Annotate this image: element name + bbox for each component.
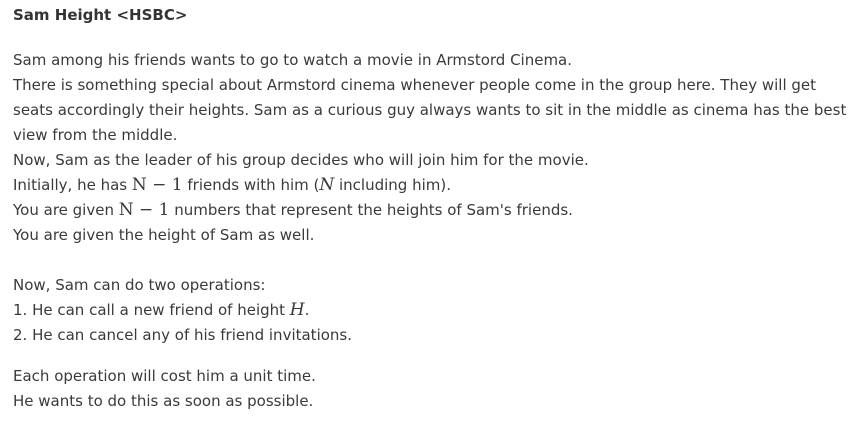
math-variable: H xyxy=(289,300,305,320)
math-text: N − 1 xyxy=(131,175,183,195)
text-segment: including him). xyxy=(334,176,451,194)
math-text: N − 1 xyxy=(118,200,170,220)
text-segment: Initially, he has xyxy=(13,176,132,194)
statement-line: Now, Sam as the leader of his group deci… xyxy=(13,151,589,169)
statement-line: You are given N − 1 numbers that represe… xyxy=(13,200,573,220)
math-expression: N xyxy=(319,175,334,195)
statement-line: 1. He can call a new friend of height H. xyxy=(13,300,309,320)
text-segment: numbers that represent the heights of Sa… xyxy=(169,201,573,219)
text-segment: . xyxy=(304,301,310,319)
statement-line: Initially, he has N − 1 friends with him… xyxy=(13,175,451,195)
statement-line: view from the middle. xyxy=(13,126,178,144)
statement-line: You are given the height of Sam as well. xyxy=(13,226,315,244)
text-segment: friends with him ( xyxy=(182,176,320,194)
statement-line: There is something special about Armstor… xyxy=(13,76,817,94)
problem-title: Sam Height <HSBC> xyxy=(13,6,188,24)
math-variable: N xyxy=(319,175,335,195)
problem-statement: Sam Height <HSBC> Sam among his friends … xyxy=(0,0,863,422)
math-expression: H xyxy=(290,300,305,320)
math-expression: N − 1 xyxy=(119,200,170,220)
statement-line: He wants to do this as soon as possible. xyxy=(13,392,314,410)
statement-line: Sam among his friends wants to go to wat… xyxy=(13,51,573,69)
statement-line: 2. He can cancel any of his friend invit… xyxy=(13,326,353,344)
statement-line: Now, Sam can do two operations: xyxy=(13,276,266,294)
text-segment: You are given xyxy=(13,201,119,219)
statement-line: seats accordingly their heights. Sam as … xyxy=(13,101,847,119)
statement-line: Each operation will cost him a unit time… xyxy=(13,367,316,385)
math-expression: N − 1 xyxy=(132,175,183,195)
text-segment: 1. He can call a new friend of height xyxy=(13,301,290,319)
